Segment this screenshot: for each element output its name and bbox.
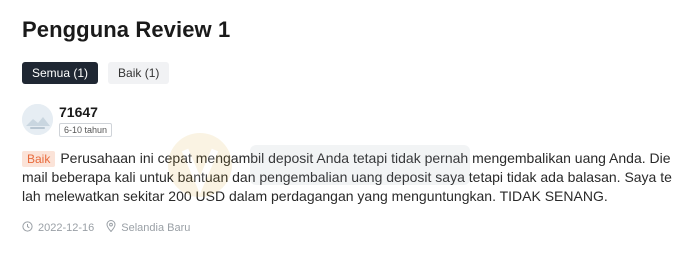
review-date: 2022-12-16 <box>38 221 95 234</box>
review-text: Perusahaan ini cepat mengambil deposit A… <box>22 150 672 204</box>
clock-icon <box>22 220 38 235</box>
user-avatar-icon[interactable] <box>22 104 53 135</box>
review-meta: 2022-12-16 Selandia Baru <box>22 220 202 235</box>
review-user: 71647 6-10 tahun <box>22 104 113 138</box>
experience-badge: 6-10 tahun <box>59 123 113 137</box>
username[interactable]: 71647 <box>59 104 112 120</box>
tab-all[interactable]: Semua (1) <box>22 62 99 84</box>
rating-tag: Baik <box>22 151 56 167</box>
tab-good[interactable]: Baik (1) <box>108 62 170 84</box>
location-pin-icon <box>106 220 121 235</box>
review-text-block: Baik Perusahaan ini cepat mengambil depos… <box>22 149 674 206</box>
page-title: Pengguna Review 1 <box>22 17 231 42</box>
filter-tabs: Semua (1) Baik (1) <box>22 62 170 84</box>
review-location: Selandia Baru <box>121 221 191 234</box>
